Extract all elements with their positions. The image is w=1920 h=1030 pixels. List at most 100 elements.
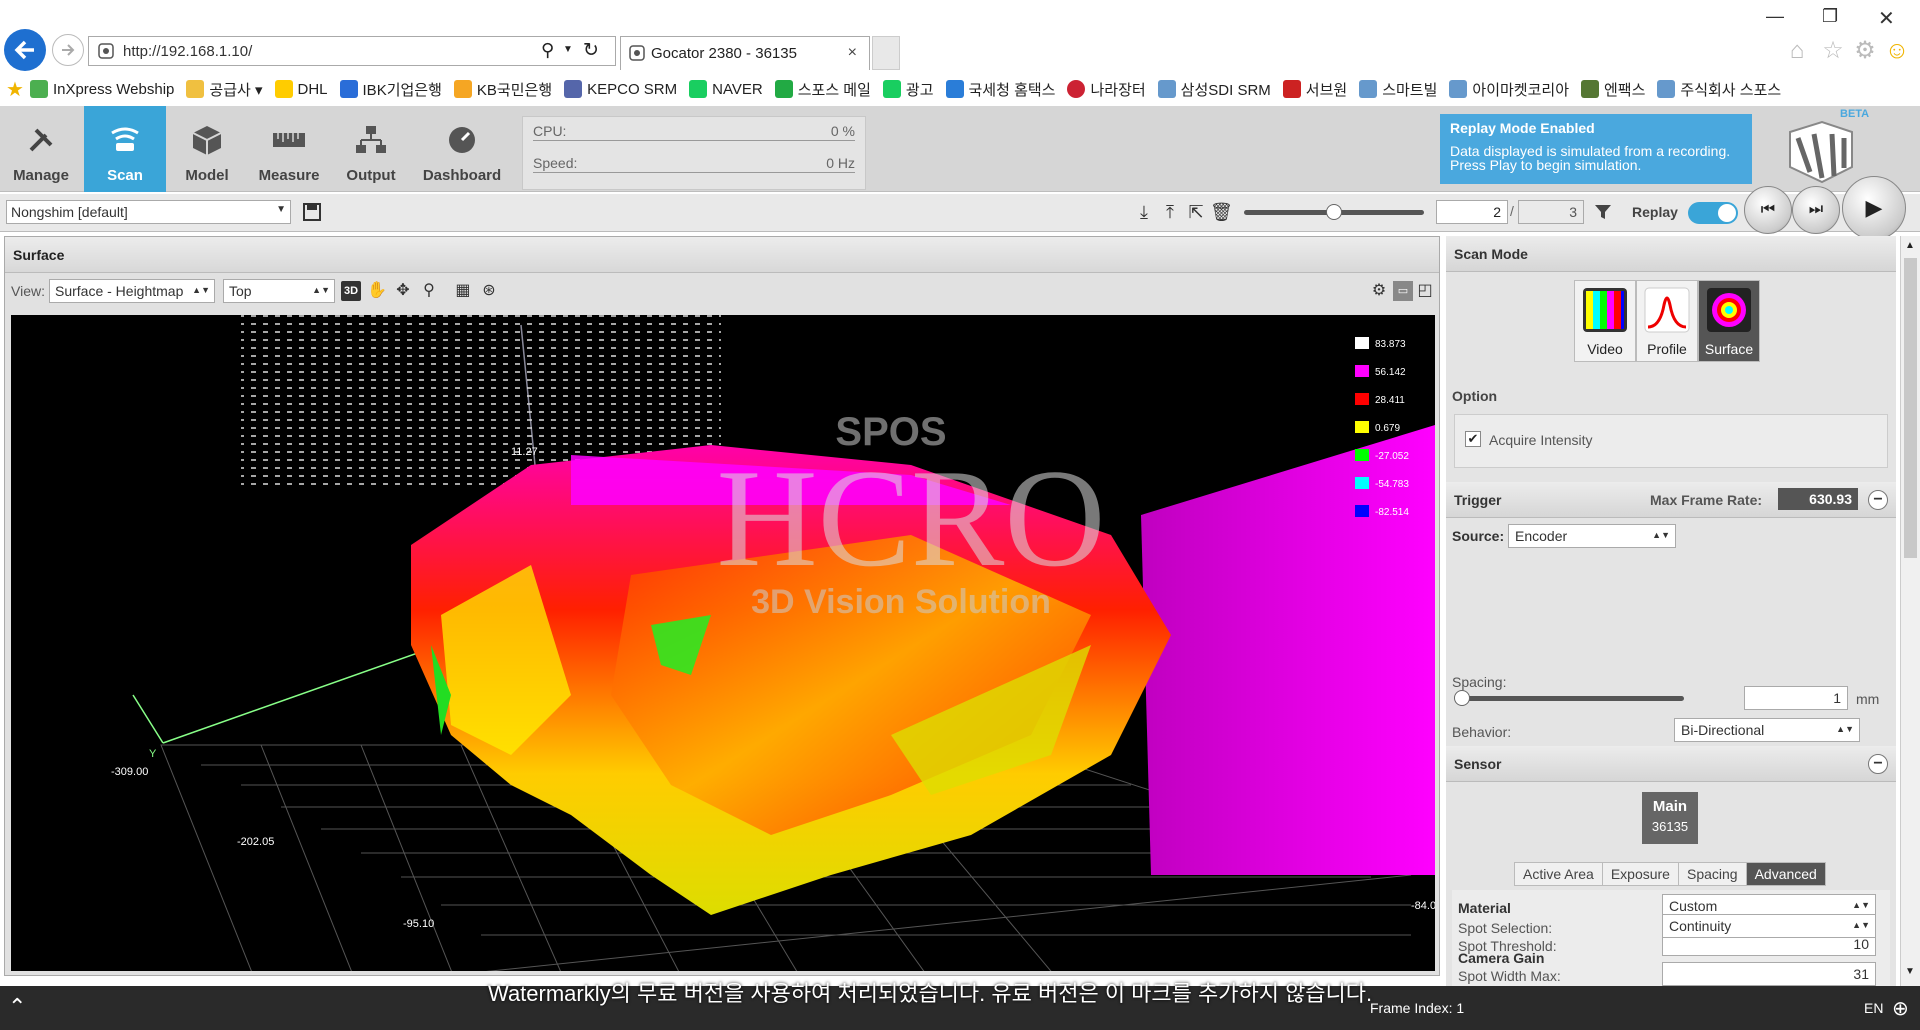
restore-icon[interactable]: ❐ bbox=[1822, 6, 1838, 27]
new-tab-button[interactable] bbox=[872, 36, 900, 70]
favorite-link[interactable]: DHL bbox=[274, 80, 328, 98]
spacing-slider[interactable] bbox=[1458, 696, 1684, 701]
favorite-link[interactable]: 아이마켓코리아 bbox=[1449, 79, 1569, 100]
play-button[interactable]: ▶ bbox=[1842, 176, 1906, 240]
tab-model[interactable]: Model bbox=[166, 106, 248, 192]
tab-measure[interactable]: Measure bbox=[248, 106, 330, 192]
playback-slider-handle[interactable] bbox=[1326, 204, 1342, 220]
favorite-link[interactable]: 서브원 bbox=[1282, 79, 1348, 100]
subtab-spacing[interactable]: Spacing bbox=[1677, 862, 1747, 886]
spot-selection-select[interactable]: Continuity ▲▼ bbox=[1662, 914, 1876, 938]
spot-width-input[interactable]: 31 bbox=[1662, 962, 1876, 986]
view-label: View: bbox=[11, 283, 45, 299]
updown-icon: ▲▼ bbox=[1852, 900, 1870, 910]
back-button[interactable] bbox=[4, 29, 46, 71]
favorite-link[interactable]: 삼성SDI SRM bbox=[1157, 79, 1271, 100]
view-direction-select[interactable]: Top ▲▼ bbox=[222, 279, 335, 303]
close-window-icon[interactable]: ✕ bbox=[1878, 6, 1895, 31]
language-indicator[interactable]: EN bbox=[1864, 1000, 1883, 1016]
rotate-icon[interactable]: ✥ bbox=[393, 281, 413, 301]
dropdown-icon[interactable]: ▼ bbox=[563, 44, 573, 55]
spacing-slider-handle[interactable] bbox=[1454, 690, 1470, 706]
pan-hand-icon[interactable]: ✋ bbox=[367, 281, 387, 301]
favorites-star-icon[interactable]: ☆ bbox=[1820, 38, 1846, 64]
save-icon[interactable] bbox=[302, 202, 322, 222]
3d-viewport[interactable]: SPOS HCRO 3D Vision Solution 11.27 Y -30… bbox=[11, 315, 1435, 971]
behavior-select[interactable]: Bi-Directional ▲▼ bbox=[1674, 718, 1860, 742]
maximize-icon[interactable]: ◰ bbox=[1415, 281, 1435, 301]
zoom-icon[interactable]: ⚲ bbox=[419, 281, 439, 301]
tab-dashboard[interactable]: Dashboard bbox=[412, 106, 512, 192]
favorite-link[interactable]: 공급사 ▾ bbox=[186, 79, 263, 100]
favicon-icon bbox=[29, 80, 48, 98]
favorites-star-icon[interactable]: ★ bbox=[6, 77, 24, 102]
job-select[interactable]: Nongshim [default] ▼ bbox=[6, 200, 291, 224]
scroll-up-icon[interactable]: ▲ bbox=[1905, 240, 1915, 251]
globe-icon[interactable]: ⊕ bbox=[1892, 996, 1909, 1021]
favorite-label: IBK기업은행 bbox=[362, 81, 442, 99]
favorite-link[interactable]: 엔팩스 bbox=[1581, 79, 1645, 100]
tab-scan[interactable]: Scan bbox=[84, 106, 166, 192]
smiley-icon[interactable]: ☺ bbox=[1884, 38, 1910, 64]
refresh-icon[interactable]: ↻ bbox=[583, 39, 599, 62]
upload-icon[interactable]: ⤒ bbox=[1160, 202, 1180, 222]
step-forward-button[interactable]: ⏭ bbox=[1792, 186, 1840, 234]
trash-icon[interactable]: 🗑 bbox=[1210, 202, 1233, 222]
frame-current-input[interactable]: 2 bbox=[1436, 200, 1508, 224]
3d-view-icon[interactable]: 3D bbox=[340, 281, 361, 301]
export-icon[interactable]: ⇱ bbox=[1186, 202, 1206, 222]
favorite-link[interactable]: InXpress Webship bbox=[29, 80, 174, 98]
favorite-link[interactable]: 국세청 홈택스 bbox=[945, 79, 1056, 100]
vertical-scrollbar[interactable]: ▲ ▼ bbox=[1900, 236, 1920, 986]
browser-tab[interactable]: Gocator 2380 - 36135 × bbox=[620, 36, 870, 70]
favorite-link[interactable]: 스포스 메일 bbox=[774, 79, 871, 100]
settings-icon[interactable]: ⚙ bbox=[1369, 281, 1389, 301]
favorite-label: 서브원 bbox=[1305, 81, 1348, 99]
favorite-link[interactable]: KEPCO SRM bbox=[564, 80, 677, 98]
address-bar[interactable]: http://192.168.1.10/ ⚲ ▼ ↻ bbox=[88, 36, 616, 66]
home-icon[interactable]: ⌂ bbox=[1784, 38, 1810, 64]
mode-profile-button[interactable]: Profile bbox=[1636, 280, 1698, 362]
download-icon[interactable]: ⤓ bbox=[1134, 202, 1154, 222]
replay-toggle[interactable] bbox=[1688, 202, 1738, 224]
legend-swatch bbox=[1355, 505, 1369, 517]
settings-gear-icon[interactable]: ⚙ bbox=[1852, 38, 1878, 64]
favorite-label: 국세청 홈택스 bbox=[968, 81, 1056, 99]
mode-video-button[interactable]: Video bbox=[1574, 280, 1636, 362]
surface-panel: Surface View: Surface - Heightmap ▲▼ Top ▲… bbox=[4, 236, 1440, 976]
subtab-active-area[interactable]: Active Area bbox=[1514, 862, 1603, 886]
subtab-advanced[interactable]: Advanced bbox=[1745, 862, 1826, 886]
source-select[interactable]: Encoder ▲▼ bbox=[1508, 524, 1676, 548]
favorite-link[interactable]: KB국민은행 bbox=[453, 79, 552, 100]
favorite-link[interactable]: 주식회사 스포스 bbox=[1657, 79, 1781, 100]
favorite-link[interactable]: 광고 bbox=[882, 79, 934, 100]
chevron-up-icon[interactable]: ⌃ bbox=[8, 994, 26, 1020]
tab-manage[interactable]: Manage bbox=[0, 106, 82, 192]
filter-icon[interactable] bbox=[1594, 203, 1612, 221]
view-mode-select[interactable]: Surface - Heightmap ▲▼ bbox=[48, 279, 215, 303]
mode-surface-button[interactable]: Surface bbox=[1698, 280, 1760, 362]
spacing-input[interactable]: 1 bbox=[1744, 686, 1848, 710]
favorite-link[interactable]: NAVER bbox=[689, 80, 763, 98]
subtab-exposure[interactable]: Exposure bbox=[1601, 862, 1679, 886]
legend-swatch bbox=[1355, 421, 1369, 433]
search-icon[interactable]: ⚲ bbox=[541, 40, 554, 61]
favorite-link[interactable]: 스마트빌 bbox=[1359, 79, 1437, 100]
grid-icon[interactable]: ▦ bbox=[453, 281, 473, 301]
favorite-link[interactable]: 나라장터 bbox=[1067, 79, 1146, 100]
sensor-main-button[interactable]: Main 36135 bbox=[1642, 792, 1698, 844]
collapse-sensor-icon[interactable]: − bbox=[1868, 754, 1888, 774]
layout-icon[interactable]: ▭ bbox=[1393, 281, 1413, 301]
step-back-button[interactable]: ⏮ bbox=[1744, 186, 1792, 234]
favorite-link[interactable]: IBK기업은행 bbox=[339, 79, 442, 100]
tab-output[interactable]: Output bbox=[330, 106, 412, 192]
collapse-trigger-icon[interactable]: − bbox=[1868, 490, 1888, 510]
scroll-down-icon[interactable]: ▼ bbox=[1905, 966, 1915, 977]
favorite-label: 광고 bbox=[905, 81, 934, 99]
minimize-icon[interactable]: — bbox=[1766, 6, 1784, 27]
scrollbar-thumb[interactable] bbox=[1904, 258, 1917, 558]
acquire-intensity-checkbox[interactable]: ✔ bbox=[1465, 431, 1481, 447]
aperture-icon[interactable]: ⊛ bbox=[479, 281, 499, 301]
forward-button[interactable] bbox=[52, 34, 84, 66]
tab-close-icon[interactable]: × bbox=[848, 44, 857, 62]
